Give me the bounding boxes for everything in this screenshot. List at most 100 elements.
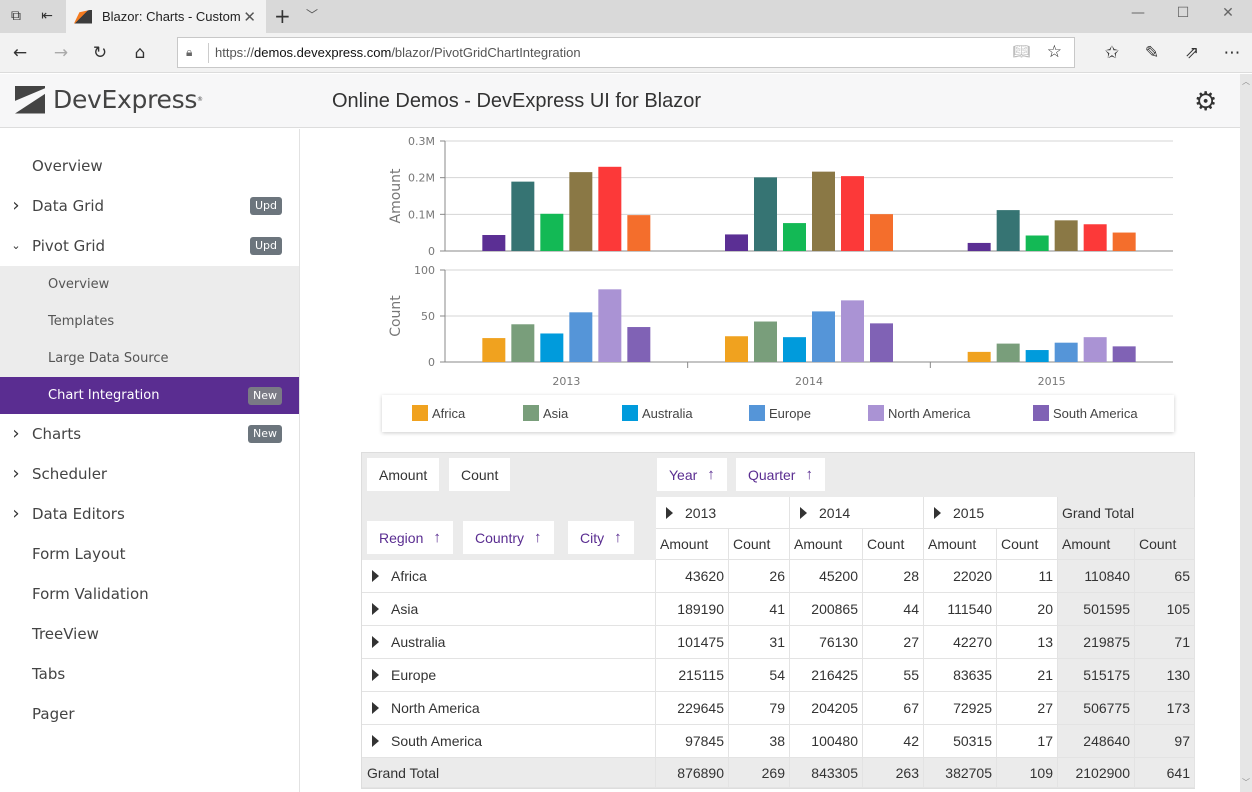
row-header-region[interactable]: Africa xyxy=(362,560,656,593)
new-tab-icon[interactable]: + xyxy=(274,4,291,28)
sort-ascending-icon[interactable]: ↑ xyxy=(433,529,441,546)
home-icon[interactable]: ⌂ xyxy=(128,41,152,65)
status-badge: New xyxy=(248,386,282,405)
browser-tab[interactable]: Blazor: Charts - Custom ✕ xyxy=(66,0,266,33)
sidebar-item-templates[interactable]: Templates xyxy=(0,303,299,340)
bar-africa-2014 xyxy=(725,234,748,251)
y-axis-title: Count xyxy=(388,295,404,337)
maximize-icon[interactable]: ☐ xyxy=(1173,5,1193,21)
field-country[interactable]: Country ↑ xyxy=(463,521,554,554)
refresh-icon[interactable]: ↻ xyxy=(88,41,112,65)
column-header-year[interactable]: 2013 xyxy=(656,497,790,529)
sidebar-item-label: Overview xyxy=(32,156,103,175)
column-header-year[interactable]: 2014 xyxy=(790,497,924,529)
expand-icon[interactable] xyxy=(372,702,379,714)
favorite-star-icon[interactable]: ☆ xyxy=(1047,42,1062,62)
address-bar[interactable]: 🔒︎ https://demos.devexpress.com/blazor/P… xyxy=(177,37,1075,68)
reading-view-icon[interactable]: 📖︎ xyxy=(1012,44,1030,60)
scroll-up-icon[interactable]: ︿ xyxy=(1240,76,1252,87)
sidebar-item-large-data-source[interactable]: Large Data Source xyxy=(0,340,299,377)
legend-item-south-america[interactable]: South America xyxy=(1033,405,1138,421)
chevron-right-icon[interactable]: › xyxy=(10,463,22,484)
measure-header: Count xyxy=(729,529,790,560)
sidebar-item-pager[interactable]: Pager xyxy=(0,695,299,732)
back-icon[interactable]: ← xyxy=(8,41,32,65)
sidebar-item-data-editors[interactable]: › Data Editors xyxy=(0,495,299,532)
field-city[interactable]: City ↑ xyxy=(568,521,634,554)
share-icon[interactable]: ⇗ xyxy=(1180,41,1204,65)
expand-icon[interactable] xyxy=(372,570,379,582)
field-year[interactable]: Year ↑ xyxy=(657,458,727,491)
scroll-down-icon[interactable]: ﹀ xyxy=(1240,777,1252,788)
field-region[interactable]: Region ↑ xyxy=(367,521,453,554)
expand-icon[interactable] xyxy=(666,506,673,519)
favorites-list-icon[interactable]: ✩ xyxy=(1100,41,1124,65)
expand-icon[interactable] xyxy=(372,669,379,681)
bar-australia-2014 xyxy=(783,337,806,362)
chevron-right-icon[interactable]: › xyxy=(10,503,22,524)
data-cell: 31 xyxy=(729,626,790,659)
chevron-right-icon[interactable]: › xyxy=(10,423,22,444)
expand-icon[interactable] xyxy=(372,603,379,615)
sort-ascending-icon[interactable]: ↑ xyxy=(534,529,542,546)
more-options-icon[interactable]: ⋯ xyxy=(1220,41,1244,65)
legend-item-europe[interactable]: Europe xyxy=(749,405,811,421)
data-cell: 101475 xyxy=(656,626,729,659)
chevron-down-icon[interactable]: ⌄ xyxy=(10,239,22,252)
sort-ascending-icon[interactable]: ↑ xyxy=(805,466,813,483)
legend-item-australia[interactable]: Australia xyxy=(622,405,693,421)
field-count[interactable]: Count xyxy=(449,458,511,491)
y-axis-title: Amount xyxy=(388,168,404,224)
year-label: 2014 xyxy=(819,504,851,521)
legend-item-north-america[interactable]: North America xyxy=(868,405,970,421)
sidebar-item-treeview[interactable]: TreeView xyxy=(0,615,299,652)
sidebar-item-form-layout[interactable]: Form Layout xyxy=(0,535,299,572)
url-text[interactable]: https://demos.devexpress.com/blazor/Pivo… xyxy=(215,45,581,60)
expand-icon[interactable] xyxy=(372,636,379,648)
sidebar-item-chart-integration[interactable]: Chart Integration New xyxy=(0,377,299,414)
field-amount[interactable]: Amount xyxy=(367,458,440,491)
sort-ascending-icon[interactable]: ↑ xyxy=(707,466,715,483)
sidebar-item-overview[interactable]: Overview xyxy=(0,147,299,184)
tab-menu-chevron-icon[interactable]: ﹀ xyxy=(306,6,318,23)
gear-icon[interactable]: ⚙ xyxy=(1194,89,1220,115)
minimize-icon[interactable]: — xyxy=(1128,5,1148,21)
legend-item-asia[interactable]: Asia xyxy=(523,405,568,421)
web-note-pen-icon[interactable]: ✎ xyxy=(1140,41,1164,65)
page-scrollbar[interactable]: ︿ ﹀ xyxy=(1240,74,1252,792)
sidebar-item-charts[interactable]: › Charts New xyxy=(0,415,299,452)
forward-icon[interactable]: → xyxy=(49,41,73,65)
bar-europe-2014 xyxy=(812,311,835,362)
chevron-right-icon[interactable]: › xyxy=(10,195,22,216)
close-window-icon[interactable]: ✕ xyxy=(1218,5,1238,21)
column-header-year[interactable]: 2015 xyxy=(924,497,1058,529)
sidebar-item-scheduler[interactable]: › Scheduler xyxy=(0,455,299,492)
sort-ascending-icon[interactable]: ↑ xyxy=(614,529,622,546)
row-header-region[interactable]: Australia xyxy=(362,626,656,659)
main-content: 0 0.1M 0.2M 0.3M Amount 0 50 100 Count 2013 2014 20… xyxy=(300,129,1240,792)
sidebar-item-data-grid[interactable]: › Data Grid Upd xyxy=(0,187,299,224)
data-cell: 11 xyxy=(997,560,1058,593)
devexpress-logo[interactable]: DevExpress ® xyxy=(15,85,203,114)
tab-list-icon[interactable]: ⧉ xyxy=(6,6,26,26)
sidebar-item-tabs[interactable]: Tabs xyxy=(0,655,299,692)
close-tab-icon[interactable]: ✕ xyxy=(243,8,256,26)
row-header-region[interactable]: South America xyxy=(362,725,656,758)
row-header-region[interactable]: Europe xyxy=(362,659,656,692)
sidebar-item-overview[interactable]: Overview xyxy=(0,266,299,303)
row-header-region[interactable]: North America xyxy=(362,692,656,725)
data-cell: 65 xyxy=(1135,560,1195,593)
sidebar-item-label: Large Data Source xyxy=(48,351,169,366)
sidebar-item-pivot-grid[interactable]: ⌄ Pivot Grid Upd xyxy=(0,227,299,264)
expand-icon[interactable] xyxy=(372,735,379,747)
devexpress-favicon-icon xyxy=(74,9,92,24)
data-cell: 26 xyxy=(729,560,790,593)
field-quarter[interactable]: Quarter ↑ xyxy=(736,458,825,491)
expand-icon[interactable] xyxy=(800,506,807,519)
grand-total-cell: 269 xyxy=(729,758,790,788)
row-header-region[interactable]: Asia xyxy=(362,593,656,626)
set-tabs-aside-icon[interactable]: ⇤ xyxy=(37,6,57,26)
legend-item-africa[interactable]: Africa xyxy=(412,405,465,421)
expand-icon[interactable] xyxy=(934,506,941,519)
sidebar-item-form-validation[interactable]: Form Validation xyxy=(0,575,299,612)
